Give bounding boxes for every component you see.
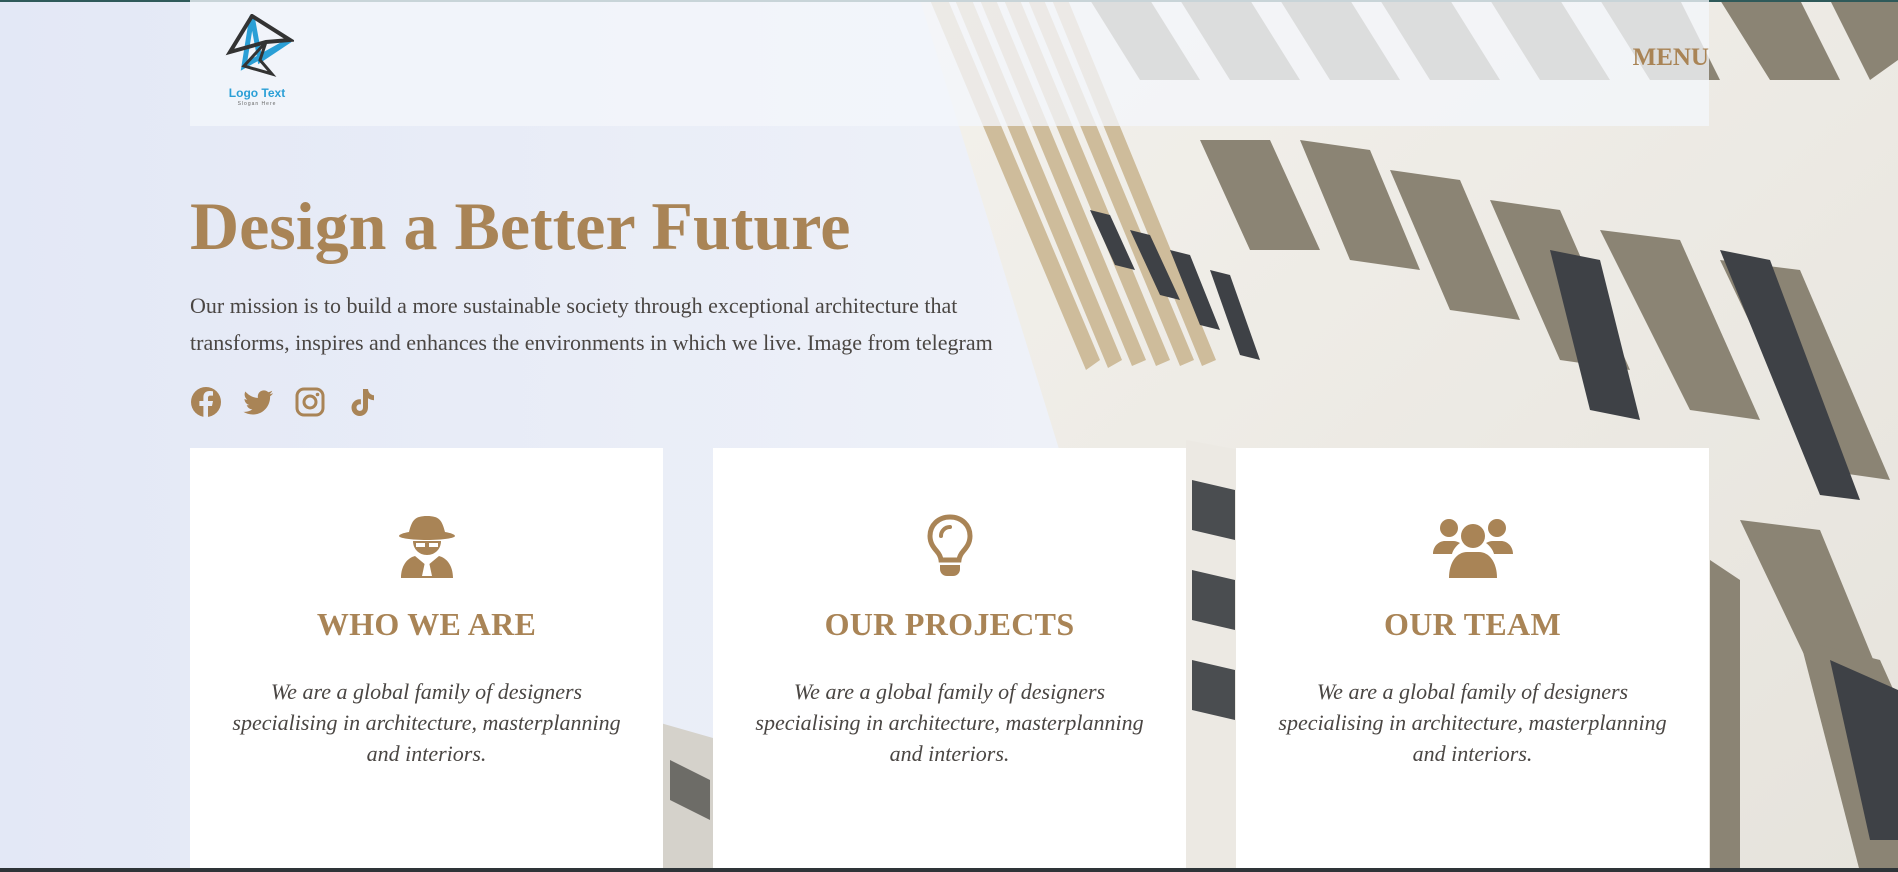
star-logo-icon bbox=[225, 13, 297, 77]
card-title: WHO WE ARE bbox=[316, 606, 537, 642]
card-text: We are a global family of designers spec… bbox=[1278, 679, 1667, 766]
social-links bbox=[190, 386, 378, 418]
card-title: OUR TEAM bbox=[1384, 606, 1561, 642]
card-our-projects: OUR PROJECTS We are a global family of d… bbox=[713, 448, 1186, 872]
user-secret-icon bbox=[398, 516, 455, 578]
card-title: OUR PROJECTS bbox=[824, 606, 1075, 642]
card-who-we-are: WHO WE ARE We are a global family of des… bbox=[190, 448, 663, 872]
card-text: We are a global family of designers spec… bbox=[755, 679, 1144, 766]
tiktok-icon[interactable] bbox=[346, 386, 378, 418]
users-icon bbox=[1432, 519, 1513, 578]
twitter-icon[interactable] bbox=[242, 386, 274, 418]
instagram-icon[interactable] bbox=[294, 386, 326, 418]
bottom-border bbox=[0, 868, 1898, 872]
site-logo[interactable]: Logo Text Slogan Here bbox=[220, 13, 297, 114]
lightbulb-icon bbox=[926, 514, 973, 576]
menu-button[interactable]: MENU bbox=[1633, 44, 1709, 72]
card-our-team: OUR TEAM We are a global family of desig… bbox=[1236, 448, 1709, 872]
hero-description: Our mission is to build a more sustainab… bbox=[190, 293, 993, 355]
facebook-icon[interactable] bbox=[190, 386, 222, 418]
logo-slogan: Slogan Here bbox=[237, 101, 277, 107]
card-text: We are a global family of designers spec… bbox=[232, 679, 621, 766]
hero-title: Design a Better Future bbox=[190, 188, 851, 264]
logo-text: Logo Text bbox=[228, 86, 286, 100]
site-header: Logo Text Slogan Here MENU bbox=[190, 0, 1709, 126]
